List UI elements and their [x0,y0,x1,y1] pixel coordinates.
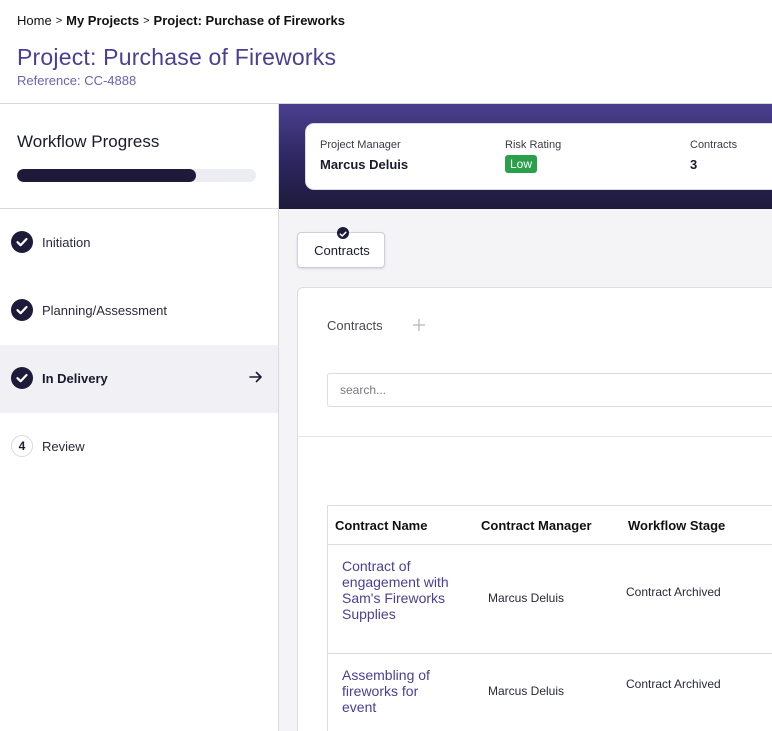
breadcrumb: Home > My Projects > Project: Purchase of Fi… [17,12,345,28]
contract-name-link[interactable]: Contract of engagement with Sam's Firewo… [342,558,452,622]
workflow-sidebar: Workflow Progress Initiation Planning/As… [0,104,279,731]
contract-manager: Marcus Deluis [488,684,565,698]
breadcrumb-current: Project: Purchase of Fireworks [153,13,345,29]
tab-label: Contracts [314,243,370,258]
workflow-stage: Contract Archived [626,677,721,691]
summary-value: Marcus Deluis [320,157,409,172]
page-header: Home > My Projects > Project: Purchase of Fi… [0,0,772,104]
breadcrumb-separator-icon: > [55,14,63,27]
summary-label: Project Manager [320,139,401,151]
contracts-panel: Contracts Contract Name Contract Manager… [297,287,772,731]
main-content: Project Manager Marcus Deluis Risk Ratin… [279,104,772,731]
summary-value: 3 [690,157,698,172]
breadcrumb-my-projects-link[interactable]: My Projects [66,13,139,28]
check-circle-icon [11,299,33,321]
step-in-delivery[interactable]: In Delivery [0,345,278,413]
column-header-contract-name[interactable]: Contract Name [335,518,427,533]
workflow-stage: Contract Archived [626,585,721,599]
page-title: Project: Purchase of Fireworks [17,44,337,70]
step-label: In Delivery [42,371,108,386]
breadcrumb-home-link[interactable]: Home [17,13,52,28]
step-label: Initiation [42,235,91,250]
step-review[interactable]: 4 Review [0,413,278,481]
contract-manager: Marcus Deluis [488,591,565,605]
summary-label: Contracts [690,139,738,151]
project-banner: Project Manager Marcus Deluis Risk Ratin… [279,104,772,209]
step-number: 4 [11,435,33,457]
breadcrumb-separator-icon: > [143,14,150,27]
summary-contracts: Contracts 3 [690,139,737,172]
page-reference: Reference: CC-4888 [17,73,137,88]
contract-name-link[interactable]: Assembling of fireworks for event [342,667,452,715]
table-row[interactable]: Contract of engagement with Sam's Firewo… [328,545,772,654]
step-initiation[interactable]: Initiation [0,209,278,277]
summary-project-manager: Project Manager Marcus Deluis [320,139,408,172]
check-circle-icon [11,367,33,389]
workflow-progress-title: Workflow Progress [17,132,160,151]
step-label: Review [42,439,85,454]
step-label: Planning/Assessment [42,303,168,318]
column-header-workflow-stage[interactable]: Workflow Stage [628,518,725,533]
step-planning-assessment[interactable]: Planning/Assessment [0,277,278,345]
check-circle-icon [337,227,349,239]
tab-contracts[interactable]: Contracts [297,227,385,268]
workflow-progress-fill [17,169,197,182]
search-input[interactable] [327,373,772,407]
table-row[interactable]: Assembling of fireworks for event Marcus… [328,654,772,731]
summary-label: Risk Rating [505,139,562,151]
divider [298,436,772,437]
project-summary-card: Project Manager Marcus Deluis Risk Ratin… [305,123,772,190]
risk-badge: Low [505,155,538,173]
column-header-contract-manager[interactable]: Contract Manager [481,518,592,533]
check-circle-icon [11,231,33,253]
workflow-progress: Workflow Progress [0,104,278,209]
summary-risk-rating: Risk Rating Low [505,139,561,173]
table-header: Contract Name Contract Manager Workflow … [328,506,772,545]
contracts-table: Contract Name Contract Manager Workflow … [327,505,772,731]
plus-icon[interactable] [412,318,426,332]
contracts-panel-title: Contracts [327,318,383,333]
workflow-progress-bar [17,169,256,182]
arrow-right-icon [249,371,262,383]
